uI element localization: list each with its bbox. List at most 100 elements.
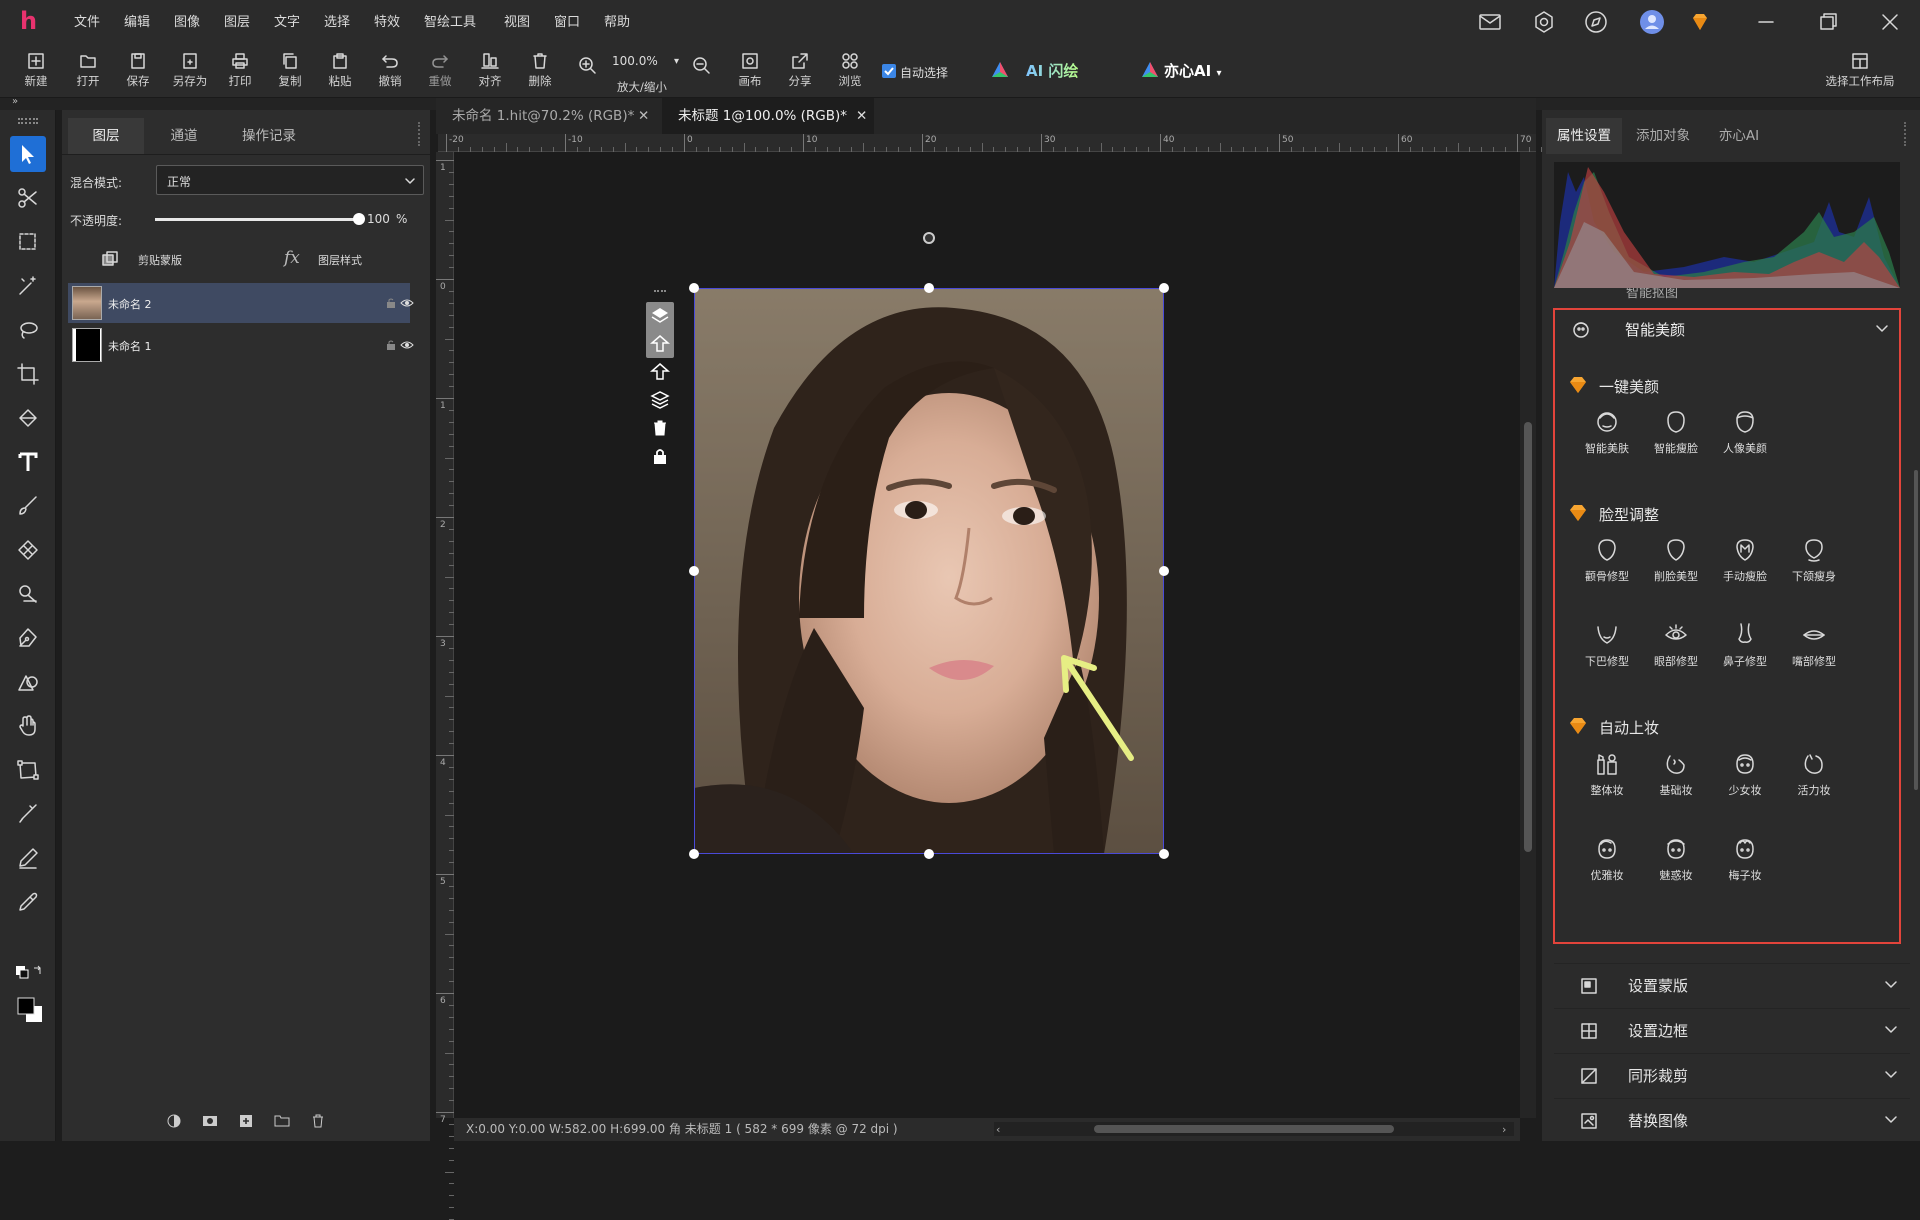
accordion-set-border[interactable]: 设置边框: [1554, 1008, 1910, 1052]
menu-select[interactable]: 选择: [324, 0, 350, 44]
hand-tool[interactable]: [10, 708, 46, 744]
beauty-feature-portrait-beauty[interactable]: 人像美颜: [1711, 408, 1779, 456]
cutout-tool[interactable]: [10, 180, 46, 216]
zoom-value[interactable]: 100.0%: [612, 54, 658, 68]
close-icon[interactable]: ✕: [638, 98, 649, 134]
copy-button[interactable]: 复制: [268, 50, 312, 96]
save-button[interactable]: 保存: [116, 50, 160, 96]
smart-beauty-header[interactable]: 智能美颜: [1555, 310, 1899, 348]
close-button[interactable]: [1876, 8, 1904, 36]
accordion-replace-image[interactable]: 替换图像: [1554, 1098, 1910, 1142]
workspace-layout-button[interactable]: 选择工作布局: [1820, 50, 1900, 96]
eye-icon[interactable]: [400, 296, 414, 310]
beauty-feature-chin[interactable]: 下巴修型: [1573, 621, 1641, 669]
menu-window[interactable]: 窗口: [554, 0, 580, 44]
pen-tool[interactable]: [10, 620, 46, 656]
crop-tool[interactable]: [10, 356, 46, 392]
adjustment-layer-icon[interactable]: [166, 1113, 182, 1129]
opacity-slider-thumb[interactable]: [353, 213, 365, 225]
canvas-photo[interactable]: [694, 288, 1164, 854]
menu-layer[interactable]: 图层: [224, 0, 250, 44]
beauty-feature-nose-shape[interactable]: 鼻子修型: [1711, 621, 1779, 669]
redo-button[interactable]: 重做: [418, 50, 462, 96]
opacity-value[interactable]: 100: [367, 212, 390, 226]
new-group-folder-icon[interactable]: [274, 1113, 290, 1129]
horizontal-scrollbar[interactable]: ‹ ›: [994, 1122, 1514, 1136]
menu-edit[interactable]: 编辑: [124, 0, 150, 44]
maximize-button[interactable]: [1814, 8, 1842, 36]
expand-chevron-icon[interactable]: »: [12, 96, 18, 107]
tab-history[interactable]: 操作记录: [224, 118, 314, 154]
align-button[interactable]: 对齐: [468, 50, 512, 96]
zoom-dropdown-chevron-icon[interactable]: ▾: [674, 56, 679, 67]
beauty-feature-basic-makeup[interactable]: 基础妆: [1642, 750, 1710, 798]
accordion-set-mask[interactable]: 设置蒙版: [1554, 963, 1910, 1007]
text-tool[interactable]: [10, 444, 46, 480]
layer-name[interactable]: 未命名 1: [108, 338, 152, 354]
beauty-feature-face-skin[interactable]: 智能美肤: [1573, 408, 1641, 456]
delete-layer-icon[interactable]: [310, 1113, 326, 1129]
marquee-tool[interactable]: [10, 224, 46, 260]
undo-button[interactable]: 撤销: [368, 50, 412, 96]
horizontal-scroll-thumb[interactable]: [1094, 1125, 1394, 1133]
layer-name[interactable]: 未命名 2: [108, 296, 152, 312]
transform-tool[interactable]: [10, 752, 46, 788]
send-backward-icon[interactable]: [650, 362, 670, 382]
vertical-scroll-thumb[interactable]: [1524, 422, 1532, 852]
rotate-handle[interactable]: [923, 232, 935, 244]
beauty-feature-mouth-shape[interactable]: 嘴部修型: [1780, 621, 1848, 669]
swap-colors-icon[interactable]: [14, 962, 44, 982]
compass-icon[interactable]: [1582, 8, 1610, 36]
avatar[interactable]: [1638, 8, 1666, 36]
beauty-feature-manual-slim[interactable]: 手动瘦脸: [1711, 536, 1779, 584]
mosaic-tool[interactable]: [10, 532, 46, 568]
rail-grip-icon[interactable]: [18, 118, 38, 124]
eyedropper-tool[interactable]: [10, 884, 46, 920]
erase-tool[interactable]: [10, 840, 46, 876]
yixin-ai-button[interactable]: 亦心AI ▾: [1164, 60, 1221, 81]
smart-cutout-partial[interactable]: 智能抠图: [1554, 288, 1900, 300]
zoom-in-icon[interactable]: [578, 56, 598, 76]
ai-draw-button[interactable]: AI 闪绘: [1026, 60, 1078, 81]
move-tool[interactable]: [10, 136, 46, 172]
browse-button[interactable]: 浏览: [828, 50, 872, 96]
menu-file[interactable]: 文件: [74, 0, 100, 44]
zoom-out-icon[interactable]: [692, 56, 712, 76]
auto-select-checkbox[interactable]: [882, 64, 896, 78]
save-as-button[interactable]: 另存为: [168, 50, 212, 96]
layer-row-2[interactable]: 未命名 2: [68, 283, 414, 323]
panel-grip-icon[interactable]: [1904, 122, 1908, 146]
lock-layer-icon[interactable]: [650, 446, 670, 466]
scroll-left-icon[interactable]: ‹: [996, 1118, 1000, 1141]
print-button[interactable]: 打印: [218, 50, 262, 96]
beauty-feature-face-contour[interactable]: 削脸美型: [1642, 536, 1710, 584]
tab-add-object[interactable]: 添加对象: [1624, 118, 1702, 154]
opacity-slider-track[interactable]: [155, 213, 365, 225]
new-layer-icon[interactable]: [238, 1113, 254, 1129]
new-button[interactable]: 新建: [14, 50, 58, 96]
doc-tab-2[interactable]: 未标题 1@100.0% (RGB)* ✕: [662, 98, 874, 134]
beauty-feature-plum-makeup[interactable]: 梅子妆: [1711, 835, 1779, 883]
vertical-scrollbar[interactable]: [1520, 152, 1536, 1118]
tab-layers[interactable]: 图层: [68, 118, 144, 154]
beauty-feature-elegant-makeup[interactable]: 优雅妆: [1573, 835, 1641, 883]
trash-icon[interactable]: [650, 418, 670, 438]
menu-image[interactable]: 图像: [174, 0, 200, 44]
layer-row-1[interactable]: 未命名 1: [68, 325, 414, 365]
canvas-area[interactable]: [454, 152, 1520, 1118]
brush-tool[interactable]: [10, 488, 46, 524]
menu-view[interactable]: 视图: [504, 0, 530, 44]
grip-icon[interactable]: [654, 290, 666, 294]
beauty-feature-eye-shape[interactable]: 眼部修型: [1642, 621, 1710, 669]
lock-icon[interactable]: [386, 297, 396, 309]
menu-smart-tools[interactable]: 智绘工具: [424, 0, 476, 44]
settings-icon[interactable]: [1530, 8, 1558, 36]
beauty-feature-jaw-slim[interactable]: 下颌瘦身: [1780, 536, 1848, 584]
mail-icon[interactable]: [1476, 8, 1504, 36]
lasso-tool[interactable]: [10, 312, 46, 348]
tab-yixin-ai[interactable]: 亦心AI: [1704, 118, 1774, 154]
paste-button[interactable]: 粘贴: [318, 50, 362, 96]
beauty-feature-vivid-makeup[interactable]: 活力妆: [1780, 750, 1848, 798]
panel-scroll-thumb[interactable]: [1914, 470, 1918, 790]
beauty-feature-girl-makeup[interactable]: 少女妆: [1711, 750, 1779, 798]
